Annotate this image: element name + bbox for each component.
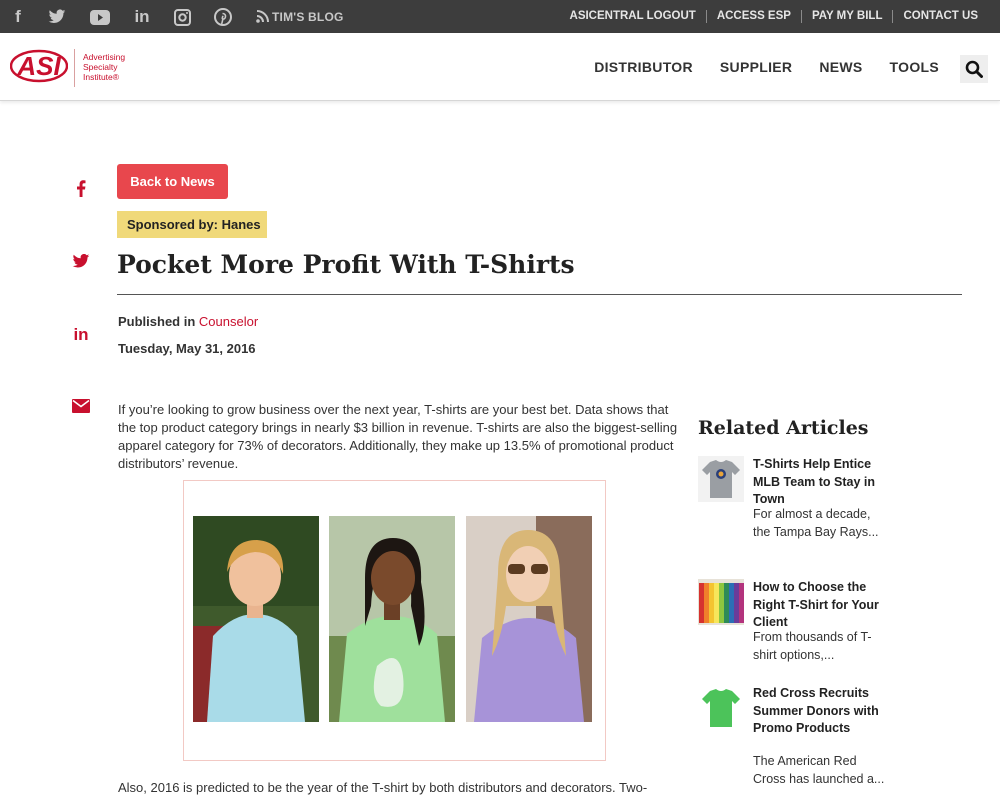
blog-link[interactable]: TIM'S BLOG [256,0,344,33]
pinterest-icon[interactable] [212,6,234,28]
facebook-icon[interactable]: f [7,6,29,28]
logout-link[interactable]: ASICENTRAL LOGOUT [560,10,706,23]
search-button[interactable] [960,55,988,83]
asi-logo[interactable]: ASI Advertising Specialty Institute® [10,47,134,89]
related-description: From thousands of T-shirt options,... [753,630,872,662]
related-thumbnail-tshirt-rack [698,579,744,625]
youtube-icon[interactable] [88,6,112,28]
nav-supplier[interactable]: SUPPLIER [720,59,792,75]
nav-news[interactable]: NEWS [819,59,862,75]
asi-logo-mark: ASI [10,49,68,83]
published-line: Published in Counselor [118,314,259,329]
nav-tools[interactable]: TOOLS [890,59,939,75]
main-nav: DISTRIBUTOR SUPPLIER NEWS TOOLS [567,33,939,101]
share-twitter-icon[interactable] [70,253,92,274]
article-paragraph: Also, 2016 is predicted to be the year o… [118,780,648,795]
search-icon [965,60,983,78]
twitter-icon[interactable] [46,6,68,28]
svg-text:ASI: ASI [16,51,61,81]
publish-date: Tuesday, May 31, 2016 [118,341,256,356]
related-articles-heading: Related Articles [698,417,869,439]
related-description: The American Red Cross has launched a... [753,754,885,786]
sponsor-badge: Sponsored by: Hanes [117,211,267,238]
instagram-icon[interactable] [171,6,193,28]
photo-boy-blue-tshirt [193,516,319,722]
rss-icon [256,10,269,23]
photo-woman-green-tshirt [329,516,455,722]
title-divider [117,294,962,295]
logo-divider [74,49,75,87]
linkedin-icon[interactable]: in [131,6,153,28]
share-email-icon[interactable] [70,399,92,419]
account-links: ASICENTRAL LOGOUT ACCESS ESP PAY MY BILL… [560,0,988,33]
article-title: Pocket More Profit With T-Shirts [117,250,575,279]
pay-bill-link[interactable]: PAY MY BILL [800,10,893,23]
blog-label: TIM'S BLOG [272,10,344,24]
article-image [183,480,606,761]
article-paragraph: If you’re looking to grow business over … [118,402,678,471]
nav-distributor[interactable]: DISTRIBUTOR [594,59,693,75]
logo-text: Advertising Specialty Institute® [83,52,126,82]
related-headline[interactable]: How to Choose the Right T-Shirt for Your… [753,579,888,632]
site-header: ASI Advertising Specialty Institute® DIS… [0,33,1000,101]
related-thumbnail-green-tshirt [698,685,744,731]
back-to-news-button[interactable]: Back to News [117,164,228,199]
related-headline[interactable]: Red Cross Recruits Summer Donors with Pr… [753,685,888,738]
related-headline[interactable]: T-Shirts Help Entice MLB Team to Stay in… [753,456,888,509]
related-thumbnail-gray-tshirt [698,456,744,502]
related-description: For almost a decade, the Tampa Bay Rays.… [753,507,879,539]
category-link[interactable]: Counselor [199,314,258,329]
utility-bar: f in TIM'S BLOG ASICENTRAL LOGOUT ACCESS… [0,0,1000,33]
contact-link[interactable]: CONTACT US [892,10,988,23]
photo-woman-purple-tshirt [466,516,592,722]
access-esp-link[interactable]: ACCESS ESP [705,10,801,23]
share-linkedin-icon[interactable]: in [70,325,92,345]
share-facebook-icon[interactable] [70,180,92,200]
